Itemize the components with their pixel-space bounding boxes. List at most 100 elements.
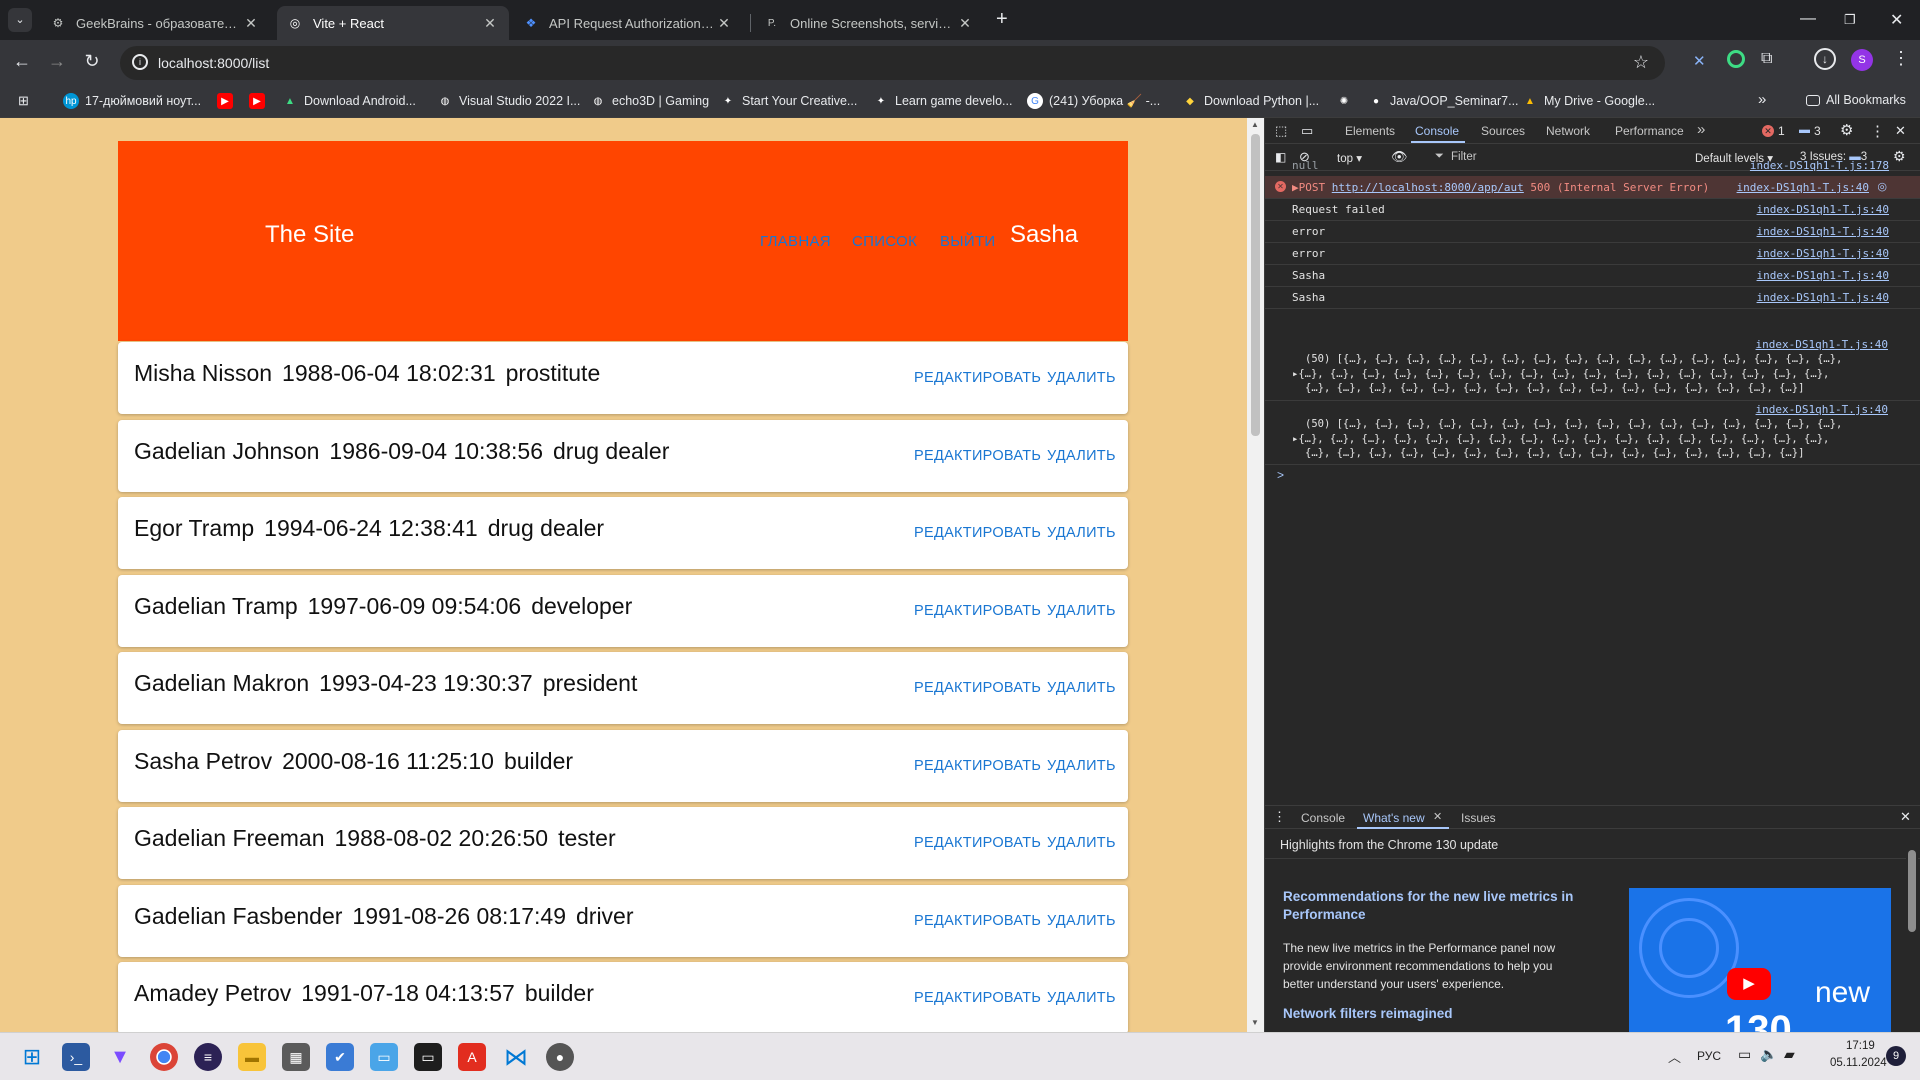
bookmark-item[interactable]: ◆ Download Python |... bbox=[1182, 93, 1319, 109]
tab-vite-react[interactable]: ◎ Vite + React ✕ bbox=[277, 6, 509, 40]
console-log-row[interactable]: Sasha index-DS1qh1-T.js:40 bbox=[1265, 264, 1920, 286]
vscode-icon[interactable]: ⋈ bbox=[502, 1043, 530, 1071]
edit-button[interactable]: РЕДАКТИРОВАТЬ bbox=[914, 990, 1041, 1006]
tab-online-screenshots[interactable]: P. Online Screenshots, service for ✕ bbox=[754, 6, 984, 40]
profile-avatar[interactable]: S bbox=[1851, 49, 1873, 71]
news-title-2[interactable]: Network filters reimagined bbox=[1283, 1006, 1453, 1021]
edit-button[interactable]: РЕДАКТИРОВАТЬ bbox=[914, 680, 1041, 696]
drawer-menu-icon[interactable]: ⋮ bbox=[1273, 809, 1286, 825]
tab-geekbrains[interactable]: ⚙ GeekBrains - образовательный ✕ bbox=[40, 6, 270, 40]
extensions-puzzle-icon[interactable]: ⧉ bbox=[1761, 50, 1772, 68]
bookmark-star-icon[interactable]: ☆ bbox=[1633, 52, 1649, 73]
inspect-icon[interactable]: ⬚ bbox=[1275, 123, 1287, 139]
close-window-icon[interactable]: ✕ bbox=[1890, 10, 1903, 30]
apps-grid-icon[interactable]: ⊞ bbox=[18, 93, 29, 109]
console-prompt[interactable]: > bbox=[1277, 468, 1284, 482]
close-tab-icon[interactable]: ✕ bbox=[956, 15, 974, 32]
acrobat-icon[interactable]: A bbox=[458, 1043, 486, 1071]
bookmark-item[interactable]: ◍ Visual Studio 2022 I... bbox=[437, 93, 581, 109]
delete-button[interactable]: УДАЛИТЬ bbox=[1047, 913, 1116, 929]
file-explorer-icon[interactable]: ▬ bbox=[238, 1043, 266, 1071]
tab-api-request[interactable]: ❖ API Request Authorization - Dr ✕ bbox=[513, 6, 743, 40]
devtools-menu-icon[interactable]: ⋮ bbox=[1870, 122, 1885, 140]
edit-button[interactable]: РЕДАКТИРОВАТЬ bbox=[914, 913, 1041, 929]
delete-button[interactable]: УДАЛИТЬ bbox=[1047, 990, 1116, 1006]
remote-desktop-icon[interactable]: ▭ bbox=[370, 1043, 398, 1071]
tab-performance[interactable]: Performance bbox=[1615, 124, 1684, 138]
close-tab-icon[interactable]: ✕ bbox=[481, 15, 499, 32]
github-desktop-icon[interactable]: ● bbox=[546, 1043, 574, 1071]
volume-icon[interactable]: 🔈 bbox=[1760, 1046, 1777, 1063]
edit-button[interactable]: РЕДАКТИРОВАТЬ bbox=[914, 835, 1041, 851]
tab-network[interactable]: Network bbox=[1546, 124, 1590, 138]
scroll-up-icon[interactable]: ▲ bbox=[1251, 120, 1259, 129]
delete-button[interactable]: УДАЛИТЬ bbox=[1047, 448, 1116, 464]
powershell-icon[interactable]: ›_ bbox=[62, 1043, 90, 1071]
reload-icon[interactable]: ↻ bbox=[80, 51, 104, 72]
drawer-tab-issues[interactable]: Issues bbox=[1461, 811, 1496, 825]
address-bar[interactable]: i localhost:8000/list ☆ bbox=[120, 46, 1665, 80]
all-bookmarks[interactable]: All Bookmarks bbox=[1806, 93, 1906, 107]
error-count[interactable]: 1 bbox=[1778, 124, 1785, 138]
nav-logout[interactable]: ВЫЙТИ bbox=[940, 233, 996, 250]
close-drawer-icon[interactable]: ✕ bbox=[1900, 809, 1911, 825]
bookmark-item[interactable]: ✺ bbox=[1336, 93, 1358, 109]
clock-date[interactable]: 05.11.2024 bbox=[1830, 1057, 1887, 1069]
ai-assist-icon[interactable]: ◎ bbox=[1877, 180, 1887, 193]
bookmark-item[interactable]: hp 17-дюймовий ноут... bbox=[63, 93, 201, 109]
new-tab-button[interactable]: + bbox=[996, 8, 1008, 31]
vite-icon[interactable]: ▼ bbox=[106, 1043, 134, 1071]
more-bookmarks-icon[interactable]: » bbox=[1758, 91, 1766, 108]
url-text[interactable]: localhost:8000/list bbox=[158, 55, 269, 71]
extension-x-icon[interactable]: ✕ bbox=[1693, 52, 1706, 70]
console-error-row[interactable]: ✕ ▶POST http://localhost:8000/app/aut 500… bbox=[1265, 176, 1920, 198]
tab-search-button[interactable]: ⌄ bbox=[8, 8, 32, 32]
start-icon[interactable]: ⊞ bbox=[18, 1043, 46, 1071]
console-source-link[interactable]: index-DS1qh1-T.js:40 bbox=[1757, 225, 1889, 238]
array-log-2[interactable]: (50) [{…}, {…}, {…}, {…}, {…}, {…}, {…},… bbox=[1292, 417, 1842, 461]
close-tab-icon[interactable]: ✕ bbox=[715, 15, 733, 32]
array-source-1[interactable]: index-DS1qh1-T.js:40 bbox=[1756, 338, 1888, 351]
delete-button[interactable]: УДАЛИТЬ bbox=[1047, 758, 1116, 774]
console-log-row[interactable]: Sasha index-DS1qh1-T.js:40 bbox=[1265, 286, 1920, 308]
delete-button[interactable]: УДАЛИТЬ bbox=[1047, 680, 1116, 696]
notification-badge[interactable]: 9 bbox=[1886, 1046, 1906, 1066]
bookmark-item[interactable]: ▲ My Drive - Google... bbox=[1522, 93, 1655, 109]
edit-button[interactable]: РЕДАКТИРОВАТЬ bbox=[914, 758, 1041, 774]
request-url-link[interactable]: http://localhost:8000/app/aut bbox=[1332, 181, 1524, 194]
delete-button[interactable]: УДАЛИТЬ bbox=[1047, 370, 1116, 386]
chrome-icon[interactable] bbox=[150, 1043, 178, 1071]
menu-kebab-icon[interactable]: ⋮ bbox=[1892, 48, 1910, 69]
clock-time[interactable]: 17:19 bbox=[1846, 1040, 1875, 1052]
array-log-1[interactable]: (50) [{…}, {…}, {…}, {…}, {…}, {…}, {…},… bbox=[1292, 352, 1842, 396]
bookmark-item[interactable]: G (241) Уборка 🧹 -... bbox=[1027, 93, 1160, 109]
tab-console[interactable]: Console bbox=[1415, 124, 1459, 138]
console-log-row[interactable]: Request failed index-DS1qh1-T.js:40 bbox=[1265, 198, 1920, 220]
back-icon[interactable]: ← bbox=[10, 51, 34, 72]
nav-list[interactable]: СПИСОК bbox=[852, 233, 917, 250]
tab-elements[interactable]: Elements bbox=[1345, 124, 1395, 138]
drawer-tab-console[interactable]: Console bbox=[1301, 811, 1345, 825]
close-whats-new-icon[interactable]: ✕ bbox=[1433, 810, 1442, 823]
edit-button[interactable]: РЕДАКТИРОВАТЬ bbox=[914, 448, 1041, 464]
close-tab-icon[interactable]: ✕ bbox=[242, 15, 260, 32]
drawer-tab-whats-new[interactable]: What's new bbox=[1363, 811, 1425, 825]
eclipse-icon[interactable]: ≡ bbox=[194, 1043, 222, 1071]
tab-sources[interactable]: Sources bbox=[1481, 124, 1525, 138]
console-log-row[interactable]: error index-DS1qh1-T.js:40 bbox=[1265, 242, 1920, 264]
scroll-down-icon[interactable]: ▼ bbox=[1251, 1018, 1259, 1027]
input-language[interactable]: РУС bbox=[1697, 1049, 1721, 1063]
youtube-bookmark[interactable]: ▶ bbox=[217, 93, 239, 109]
bookmark-item[interactable]: ● Java/OOP_Seminar7... bbox=[1368, 93, 1519, 109]
play-button-icon[interactable]: ▶ bbox=[1727, 968, 1771, 1000]
console-source-link[interactable]: index-DS1qh1-T.js:40 bbox=[1757, 269, 1889, 282]
scroll-thumb[interactable] bbox=[1908, 850, 1916, 932]
delete-button[interactable]: УДАЛИТЬ bbox=[1047, 603, 1116, 619]
forward-icon[interactable]: → bbox=[45, 51, 69, 72]
edit-button[interactable]: РЕДАКТИРОВАТЬ bbox=[914, 370, 1041, 386]
bookmark-item[interactable]: ✦ Start Your Creative... bbox=[720, 93, 858, 109]
edit-button[interactable]: РЕДАКТИРОВАТЬ bbox=[914, 603, 1041, 619]
page-scrollbar[interactable]: ▲ ▼ bbox=[1247, 118, 1264, 1032]
app-icon[interactable]: ✔ bbox=[326, 1043, 354, 1071]
news-title[interactable]: Recommendations for the new live metrics… bbox=[1283, 888, 1593, 924]
